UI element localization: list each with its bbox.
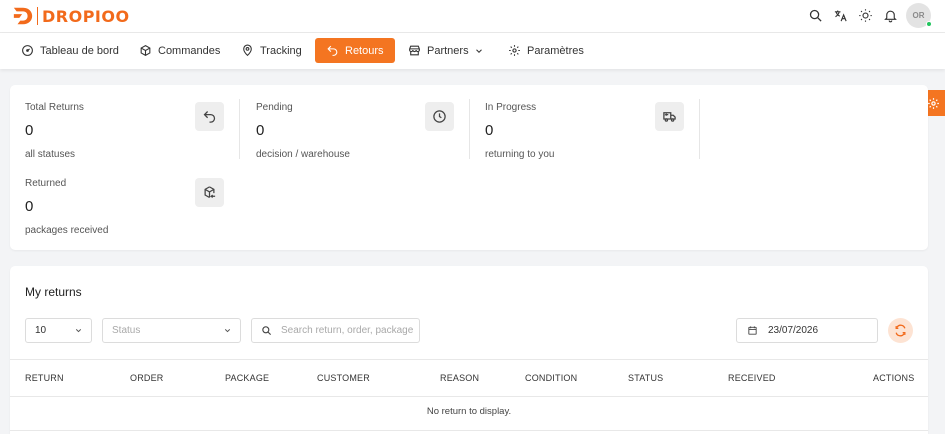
- chevron-down-icon: [224, 329, 231, 333]
- returns-stats-card: Total Returns 0 all statuses Pending 0 d…: [10, 85, 928, 250]
- stat-subtitle: packages received: [25, 225, 109, 236]
- clock-icon: [425, 102, 454, 131]
- nav-label: Retours: [345, 44, 384, 57]
- bell-icon[interactable]: [882, 8, 898, 24]
- stat-subtitle: all statuses: [25, 149, 76, 160]
- brand-name: DROPIOO: [42, 6, 130, 26]
- brand-logo[interactable]: DROPIOO: [12, 5, 130, 27]
- chevron-down-icon: [475, 48, 482, 53]
- box-icon: [140, 45, 151, 56]
- stat-value: 0: [485, 122, 494, 139]
- nav-label: Partners: [427, 44, 469, 57]
- refresh-button[interactable]: [888, 318, 913, 343]
- location-pin-icon: [243, 44, 252, 57]
- return-arrow-icon: [195, 102, 224, 131]
- table-divider: [10, 430, 928, 431]
- status-select[interactable]: Status: [102, 318, 241, 343]
- search-field[interactable]: Search return, order, package: [251, 318, 420, 343]
- user-avatar[interactable]: OR: [906, 3, 932, 28]
- page-size-select[interactable]: 10: [25, 318, 92, 343]
- stat-total-returns: Total Returns 0 all statuses: [25, 102, 225, 174]
- column-header-reason[interactable]: REASON: [440, 373, 479, 383]
- stat-divider: [239, 99, 240, 159]
- top-bar: DROPIOO OR: [0, 0, 945, 33]
- stat-label: Pending: [256, 102, 293, 113]
- nav-item-partners[interactable]: Partners: [408, 38, 484, 63]
- column-header-status[interactable]: STATUS: [628, 373, 663, 383]
- nav-label: Tracking: [260, 44, 302, 57]
- date-picker[interactable]: 23/07/2026: [736, 318, 878, 343]
- my-returns-card: My returns 10 Status Search return, orde…: [10, 266, 928, 434]
- store-icon: [409, 45, 420, 56]
- column-header-package[interactable]: PACKAGE: [225, 373, 269, 383]
- calendar-icon: [748, 326, 757, 335]
- stat-label: In Progress: [485, 102, 537, 113]
- stat-value: 0: [256, 122, 265, 139]
- stat-subtitle: returning to you: [485, 149, 555, 160]
- column-header-order[interactable]: ORDER: [130, 373, 164, 383]
- nav-label: Paramètres: [527, 44, 584, 57]
- logo-separator: [37, 7, 38, 25]
- stat-value: 0: [25, 122, 34, 139]
- logo-mark-icon: [13, 7, 33, 25]
- status-placeholder: Status: [112, 325, 141, 336]
- gear-icon: [509, 45, 520, 56]
- main-nav: Tableau de bord Commandes Tracking Retou…: [0, 33, 945, 69]
- column-header-condition[interactable]: CONDITION: [525, 373, 577, 383]
- nav-item-commandes[interactable]: Commandes: [139, 38, 220, 63]
- page-size-value: 10: [35, 325, 47, 336]
- package-return-icon: [195, 178, 224, 207]
- column-header-return[interactable]: RETURN: [25, 373, 64, 383]
- sun-icon[interactable]: [857, 8, 873, 24]
- column-header-customer[interactable]: CUSTOMER: [317, 373, 370, 383]
- stat-in-progress: In Progress 0 returning to you: [485, 102, 685, 174]
- nav-item-tableau-de-bord[interactable]: Tableau de bord: [21, 38, 119, 63]
- truck-return-icon: [655, 102, 684, 131]
- search-placeholder: Search return, order, package: [281, 325, 414, 336]
- gear-icon: [928, 97, 939, 109]
- stat-pending: Pending 0 decision / warehouse: [256, 102, 456, 174]
- stat-divider: [469, 99, 470, 159]
- translate-icon[interactable]: [832, 8, 848, 24]
- nav-item-parametres[interactable]: Paramètres: [508, 38, 584, 63]
- refresh-icon: [895, 324, 906, 337]
- stat-value: 0: [25, 198, 34, 215]
- empty-table-message: No return to display.: [426, 406, 512, 417]
- search-icon[interactable]: [807, 8, 823, 24]
- chevron-down-icon: [75, 329, 82, 333]
- online-status-dot: [926, 21, 932, 27]
- user-initials: OR: [912, 11, 925, 20]
- stat-subtitle: decision / warehouse: [256, 149, 350, 160]
- column-header-actions: ACTIONS: [873, 373, 915, 383]
- stat-label: Total Returns: [25, 102, 84, 113]
- dashboard-icon: [22, 45, 33, 56]
- nav-item-tracking[interactable]: Tracking: [241, 38, 302, 63]
- nav-label: Tableau de bord: [40, 44, 119, 57]
- stat-divider: [699, 99, 700, 159]
- stat-label: Returned: [25, 178, 67, 189]
- column-header-received[interactable]: RECEIVED: [728, 373, 776, 383]
- nav-item-retours[interactable]: Retours: [315, 38, 395, 63]
- nav-label: Commandes: [158, 44, 221, 57]
- section-title: My returns: [25, 285, 82, 299]
- date-value: 23/07/2026: [768, 325, 819, 336]
- stat-returned: Returned 0 packages received: [25, 178, 225, 250]
- table-header: RETURN ORDER PACKAGE CUSTOMER REASON CON…: [10, 359, 928, 397]
- return-arrow-icon: [327, 45, 338, 56]
- search-icon: [262, 326, 272, 336]
